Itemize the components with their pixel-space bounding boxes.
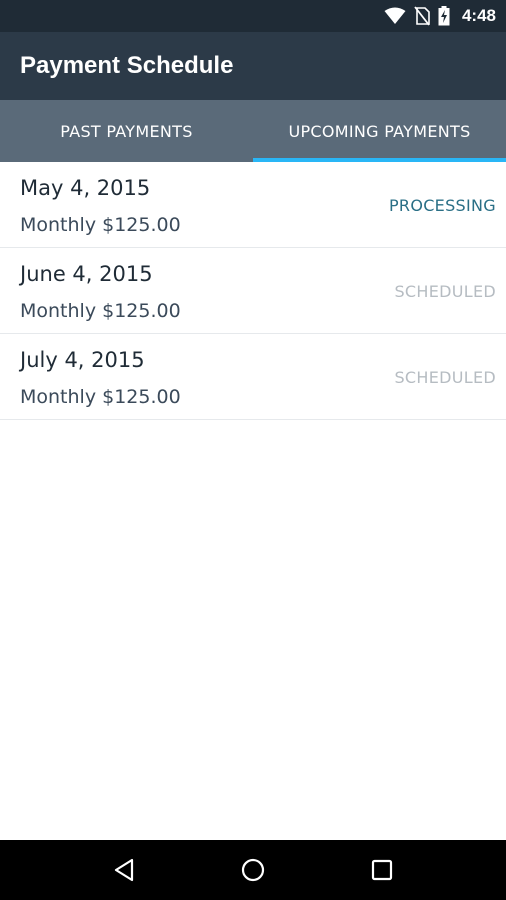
tab-upcoming-payments[interactable]: UPCOMING PAYMENTS (253, 100, 506, 162)
payment-amount: Monthly $125.00 (20, 386, 181, 408)
clock-time: 4:48 (461, 6, 496, 25)
payment-date: May 4, 2015 (20, 176, 151, 200)
payment-date: June 4, 2015 (20, 262, 153, 286)
home-icon[interactable] (223, 840, 283, 900)
recents-icon[interactable] (352, 840, 412, 900)
payment-list: May 4, 2015 Monthly $125.00 PROCESSING J… (0, 162, 506, 420)
status-bar: 4:48 (0, 0, 506, 32)
battery-charging-icon (438, 6, 450, 26)
tab-label: UPCOMING PAYMENTS (288, 121, 471, 141)
page-title: Payment Schedule (20, 52, 234, 79)
status-badge: PROCESSING (388, 196, 496, 215)
no-sim-icon (414, 6, 430, 26)
payment-amount: Monthly $125.00 (20, 214, 181, 236)
wifi-icon (384, 7, 406, 25)
list-item[interactable]: June 4, 2015 Monthly $125.00 SCHEDULED (0, 248, 506, 334)
tab-label: PAST PAYMENTS (60, 121, 193, 141)
system-nav-bar (0, 840, 506, 900)
list-item[interactable]: July 4, 2015 Monthly $125.00 SCHEDULED (0, 334, 506, 420)
payment-date: July 4, 2015 (20, 348, 145, 372)
status-badge: SCHEDULED (394, 368, 496, 387)
app-bar: Payment Schedule (0, 32, 506, 100)
back-icon[interactable] (94, 840, 154, 900)
tab-bar: PAST PAYMENTS UPCOMING PAYMENTS (0, 100, 506, 162)
status-badge: SCHEDULED (394, 282, 496, 301)
list-item[interactable]: May 4, 2015 Monthly $125.00 PROCESSING (0, 162, 506, 248)
payment-amount: Monthly $125.00 (20, 300, 181, 322)
tab-past-payments[interactable]: PAST PAYMENTS (0, 100, 253, 162)
